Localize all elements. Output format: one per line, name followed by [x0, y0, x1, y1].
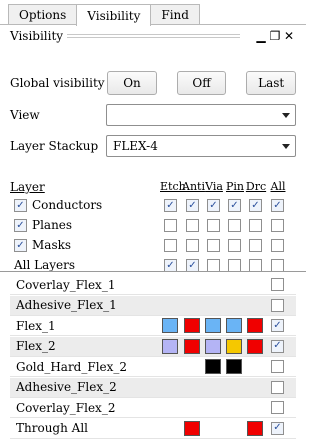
layer-all-checkbox[interactable]	[271, 401, 284, 414]
view-select[interactable]	[106, 104, 296, 126]
layer-stackup-select[interactable]: FLEX-4	[106, 135, 296, 157]
category-col-checkbox[interactable]	[186, 219, 199, 232]
color-swatch[interactable]	[205, 338, 221, 354]
category-col-checkbox[interactable]	[186, 239, 199, 252]
column-header-etch: Etch	[160, 180, 186, 193]
color-swatch[interactable]	[205, 318, 221, 333]
category-col-checkbox[interactable]: ✓	[249, 199, 262, 212]
layer-name: Adhesive_Flex_2	[16, 380, 117, 394]
layer-all-checkbox[interactable]	[271, 298, 284, 312]
category-col-checkbox[interactable]	[271, 239, 284, 252]
category-label: Masks	[32, 238, 72, 252]
float-icon[interactable]: ❐	[268, 29, 282, 43]
category-col-checkbox[interactable]	[164, 239, 177, 252]
minimize-icon[interactable]: ▁	[254, 29, 268, 43]
layer-stackup-row: Layer Stackup FLEX-4	[10, 135, 296, 157]
global-visibility-label: Global visibility	[10, 76, 105, 90]
category-label: Conductors	[32, 198, 103, 212]
color-swatch[interactable]	[226, 338, 242, 354]
category-label: Planes	[32, 218, 73, 232]
layer-row: Gold_Hard_Flex_2	[10, 357, 296, 377]
column-header-via: Via	[205, 180, 223, 193]
category-col-checkbox[interactable]: ✓	[271, 199, 284, 212]
drag-grip[interactable]	[67, 34, 240, 38]
close-icon[interactable]: ✕	[282, 29, 296, 43]
tab-visibility[interactable]: Visibility	[76, 4, 152, 26]
color-swatch[interactable]	[247, 338, 263, 354]
view-row: View	[10, 104, 296, 126]
layer-all-checkbox[interactable]: ✓	[271, 319, 284, 332]
category-col-checkbox[interactable]	[271, 219, 284, 232]
category-checkbox-planes[interactable]: ✓	[14, 219, 27, 232]
layer-row: Adhesive_Flex_2	[10, 377, 296, 398]
layer-all-checkbox[interactable]	[271, 380, 284, 394]
color-swatch[interactable]	[184, 338, 200, 354]
chevron-down-icon	[282, 144, 290, 149]
category-col-checkbox[interactable]	[164, 219, 177, 232]
layer-row: Adhesive_Flex_1	[10, 295, 296, 316]
global-off-button[interactable]: Off	[176, 71, 227, 95]
layer-row: Coverlay_Flex_2	[10, 398, 296, 418]
layer-name: Adhesive_Flex_1	[16, 298, 117, 312]
category-col-checkbox[interactable]	[207, 219, 220, 232]
color-swatch[interactable]	[247, 318, 263, 333]
tab-options[interactable]: Options	[8, 4, 78, 25]
tab-find[interactable]: Find	[150, 4, 200, 25]
category-col-checkbox[interactable]: ✓	[186, 199, 199, 212]
view-label: View	[10, 108, 40, 122]
category-col-checkbox[interactable]	[249, 219, 262, 232]
layer-all-checkbox[interactable]: ✓	[271, 421, 284, 435]
category-col-checkbox[interactable]	[228, 239, 241, 252]
category-checkbox-masks[interactable]: ✓	[14, 239, 27, 252]
category-col-checkbox[interactable]	[207, 239, 220, 252]
color-swatch[interactable]	[205, 359, 221, 374]
color-swatch[interactable]	[184, 420, 200, 436]
category-col-checkbox[interactable]	[228, 219, 241, 232]
layer-name: Flex_1	[16, 318, 56, 333]
layer-column-header: Layer	[10, 180, 45, 194]
color-swatch[interactable]	[162, 338, 178, 354]
color-swatch[interactable]	[162, 318, 178, 333]
layer-stackup-label: Layer Stackup	[10, 139, 99, 153]
section-divider	[0, 271, 306, 272]
color-swatch[interactable]	[184, 318, 200, 333]
category-checkbox-conductors[interactable]: ✓	[14, 199, 27, 212]
layer-stackup-value: FLEX-4	[113, 139, 158, 153]
column-header-all: All	[270, 180, 286, 193]
layer-name: Flex_2	[16, 339, 56, 353]
layer-name: Gold_Hard_Flex_2	[16, 359, 128, 374]
layer-name: Coverlay_Flex_2	[16, 400, 116, 415]
tab-bar: Options Visibility Find	[8, 4, 200, 26]
category-col-checkbox[interactable]	[249, 239, 262, 252]
layer-row: Coverlay_Flex_1	[10, 275, 296, 295]
layer-all-checkbox[interactable]	[271, 360, 284, 373]
layer-name: Coverlay_Flex_1	[16, 277, 116, 292]
panel-title: Visibility	[10, 29, 64, 43]
category-col-checkbox[interactable]: ✓	[164, 199, 177, 212]
category-col-checkbox[interactable]: ✓	[228, 199, 241, 212]
layer-all-checkbox[interactable]: ✓	[271, 339, 284, 353]
color-swatch[interactable]	[226, 359, 242, 374]
category-col-checkbox[interactable]: ✓	[207, 199, 220, 212]
column-header-pin: Pin	[225, 180, 244, 193]
color-swatch[interactable]	[247, 420, 263, 436]
layer-all-checkbox[interactable]	[271, 278, 284, 291]
layer-name: Through All	[16, 421, 88, 435]
global-on-button[interactable]: On	[107, 71, 157, 95]
panel-title-bar: Visibility ▁ ❐ ✕	[10, 27, 296, 45]
chevron-down-icon	[282, 113, 290, 118]
global-last-button[interactable]: Last	[246, 71, 296, 95]
column-header-anti: Anti	[182, 180, 205, 193]
tab-divider	[0, 24, 306, 25]
column-header-drc: Drc	[245, 180, 267, 193]
category-label: All Layers	[14, 258, 76, 272]
color-swatch[interactable]	[226, 318, 242, 333]
global-visibility-row: Global visibility On Off Last	[10, 71, 296, 95]
